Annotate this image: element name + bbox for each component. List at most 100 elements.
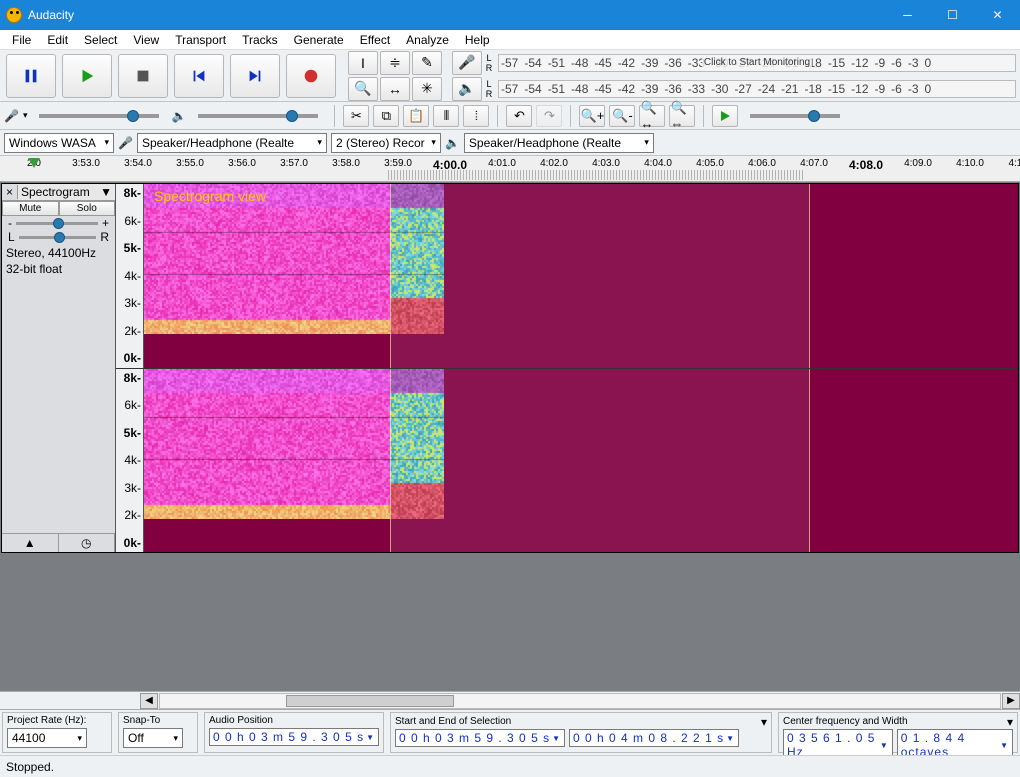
zoom-out-button[interactable]: 🔍- [609, 105, 635, 127]
close-button[interactable]: ✕ [975, 0, 1020, 30]
vertical-scale-2[interactable]: 8k-6k-5k-4k-3k-2k-0k- [116, 369, 144, 553]
cut-button[interactable]: ✂ [343, 105, 369, 127]
project-rate-combo[interactable]: 44100▾ [7, 728, 87, 748]
rec-device-combo[interactable]: Speaker/Headphone (Realte▾ [137, 133, 327, 153]
track-close-button[interactable]: × [2, 185, 18, 199]
timeshift-tool[interactable]: ↔ [380, 77, 410, 101]
scroll-left-button[interactable]: ◀ [140, 693, 158, 709]
playhead-icon[interactable] [28, 158, 40, 168]
skip-end-button[interactable] [230, 54, 280, 98]
timeline-selection [388, 170, 804, 180]
track-name-dropdown[interactable]: Spectrogram▼ [18, 184, 115, 200]
timeline-ruler[interactable]: 2.03:53.03:54.03:55.03:56.03:57.03:58.03… [0, 156, 1020, 182]
meter-grid: 🎤 LR -57-54-51-48-45-42-39-36-33-30-27-2… [452, 51, 1016, 101]
fit-project-button[interactable]: 🔍⇔ [669, 105, 695, 127]
track-row: × Spectrogram▼ Mute Solo -+ LR Stereo, 4… [1, 183, 1019, 553]
app-icon [6, 7, 22, 23]
mic-icon: 🎤 [4, 109, 19, 123]
center-label: Center frequency and Width [783, 716, 1003, 727]
zoom-in-button[interactable]: 🔍+ [579, 105, 605, 127]
scroll-right-button[interactable]: ▶ [1002, 693, 1020, 709]
undo-button[interactable]: ↶ [506, 105, 532, 127]
project-rate-label: Project Rate (Hz): [7, 715, 107, 726]
track-control-panel[interactable]: × Spectrogram▼ Mute Solo -+ LR Stereo, 4… [2, 184, 116, 552]
pause-button[interactable] [6, 54, 56, 98]
draw-tool[interactable]: ✎ [412, 51, 442, 75]
play-volume-slider[interactable] [198, 114, 318, 118]
collapse-button[interactable]: ▲ [2, 534, 59, 552]
menu-help[interactable]: Help [457, 31, 498, 49]
solo-button[interactable]: Solo [59, 201, 116, 216]
menu-analyze[interactable]: Analyze [398, 31, 457, 49]
vertical-scale[interactable]: 8k-6k-5k-4k-3k-2k-0k- [116, 184, 144, 368]
audio-host-combo[interactable]: Windows WASA▾ [4, 133, 114, 153]
envelope-tool[interactable]: ≑ [380, 51, 410, 75]
skip-start-button[interactable] [174, 54, 224, 98]
track-info: Stereo, 44100Hz 32-bit float [2, 244, 115, 279]
menu-file[interactable]: File [4, 31, 39, 49]
copy-button[interactable]: ⧉ [373, 105, 399, 127]
snap-combo[interactable]: Off▾ [123, 728, 183, 748]
titlebar: Audacity ─ ☐ ✕ [0, 0, 1020, 30]
fit-selection-button[interactable]: 🔍↔ [639, 105, 665, 127]
meter-l-label2: LR [484, 79, 494, 99]
playback-meter[interactable]: -57-54-51-48-45-42-39-36-33-30-27-24-21-… [498, 80, 1016, 98]
rec-volume-slider[interactable] [39, 114, 159, 118]
center-mode-combo[interactable]: ▾ [1007, 715, 1013, 729]
window-title: Audacity [28, 8, 885, 22]
tracks-area: × Spectrogram▼ Mute Solo -+ LR Stereo, 4… [0, 182, 1020, 691]
play-speed-slider[interactable] [750, 114, 840, 118]
audio-position-field[interactable]: 0 0 h 0 3 m 5 9 . 3 0 5 s▼ [209, 728, 379, 746]
tools-grid: I ≑ ✎ 🔍 ↔ ✳ [348, 51, 442, 101]
selection-toolbar: Project Rate (Hz): 44100▾ Snap-To Off▾ A… [0, 709, 1020, 755]
redo-button[interactable]: ↷ [536, 105, 562, 127]
rec-channels-combo[interactable]: 2 (Stereo) Recor▾ [331, 133, 441, 153]
play-button[interactable] [62, 54, 112, 98]
device-toolbar: Windows WASA▾ 🎤 Speaker/Headphone (Realt… [0, 130, 1020, 156]
gain-slider[interactable] [16, 222, 98, 225]
menu-transport[interactable]: Transport [167, 31, 234, 49]
selection-label: Start and End of Selection [395, 716, 757, 727]
pan-slider[interactable] [19, 236, 97, 239]
menu-view[interactable]: View [125, 31, 167, 49]
speaker-icon: 🔈 [171, 109, 186, 123]
mixer-toolbar: 🎤▾ 🔈 ✂ ⧉ 📋 ⦀ ⦙ ↶ ↷ 🔍+ 🔍- 🔍↔ 🔍⇔ [0, 102, 1020, 130]
waveform-channel-2[interactable] [144, 369, 1018, 553]
selection-region-2[interactable] [390, 369, 810, 553]
play-meter-icon[interactable]: 🔈 [452, 77, 482, 101]
mute-button[interactable]: Mute [2, 201, 59, 216]
rec-meter-icon[interactable]: 🎤 [452, 51, 482, 75]
menu-effect[interactable]: Effect [352, 31, 398, 49]
speaker-icon2: 🔈 [445, 136, 460, 150]
trim-button[interactable]: ⦀ [433, 105, 459, 127]
stop-button[interactable] [118, 54, 168, 98]
scroll-thumb[interactable] [286, 695, 454, 707]
recording-meter[interactable]: -57-54-51-48-45-42-39-36-33-30-27-24-21-… [498, 54, 1016, 72]
zoom-tool[interactable]: 🔍 [348, 77, 378, 101]
meter-l-label: LR [484, 53, 494, 73]
silence-button[interactable]: ⦙ [463, 105, 489, 127]
menu-edit[interactable]: Edit [39, 31, 76, 49]
play-at-speed-button[interactable] [712, 105, 738, 127]
maximize-button[interactable]: ☐ [930, 0, 975, 30]
selection-region[interactable] [390, 184, 810, 368]
selection-end-field[interactable]: 0 0 h 0 4 m 0 8 . 2 2 1 s▼ [569, 729, 739, 747]
menu-tracks[interactable]: Tracks [234, 31, 286, 49]
menubar: FileEditSelectViewTransportTracksGenerat… [0, 30, 1020, 50]
selection-mode-combo[interactable]: ▾ [761, 715, 767, 729]
minimize-button[interactable]: ─ [885, 0, 930, 30]
transport-toolbar: I ≑ ✎ 🔍 ↔ ✳ 🎤 LR -57-54-51-48-45-42-39-3… [0, 50, 1020, 102]
selection-start-field[interactable]: 0 0 h 0 3 m 5 9 . 3 0 5 s▼ [395, 729, 565, 747]
play-device-combo[interactable]: Speaker/Headphone (Realte▾ [464, 133, 654, 153]
horizontal-scrollbar[interactable]: ◀ ▶ [0, 691, 1020, 709]
waveform-channel-1[interactable]: Spectrogram view [144, 184, 1018, 368]
record-button[interactable] [286, 54, 336, 98]
menu-select[interactable]: Select [76, 31, 125, 49]
track-menu-button[interactable]: ◷ [59, 534, 116, 552]
selection-tool[interactable]: I [348, 51, 378, 75]
menu-generate[interactable]: Generate [286, 31, 352, 49]
snap-label: Snap-To [123, 715, 193, 726]
multi-tool[interactable]: ✳ [412, 77, 442, 101]
mic-icon2: 🎤 [118, 136, 133, 150]
paste-button[interactable]: 📋 [403, 105, 429, 127]
